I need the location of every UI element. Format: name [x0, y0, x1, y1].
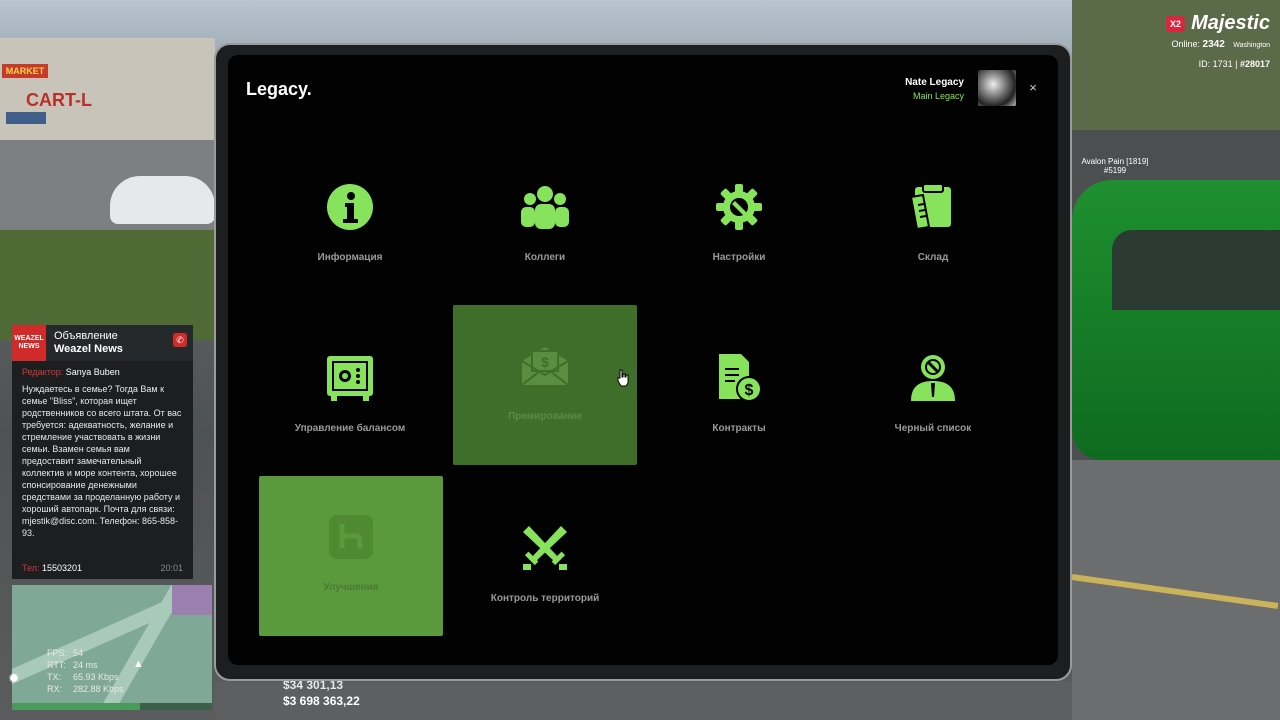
online-counter: Online: 2342 Washington [1171, 39, 1270, 50]
x2-badge: X2 [1166, 15, 1186, 32]
news-time: 20:01 [160, 563, 183, 573]
tile-label: Черный список [894, 423, 972, 434]
green-car [1072, 180, 1280, 460]
grass-left [0, 230, 215, 340]
envelope-money-icon: $ [520, 341, 570, 391]
phone-icon: ✆ [173, 333, 187, 347]
tile-label: Премирование [508, 411, 582, 422]
user-role: Main Legacy [912, 91, 964, 101]
tile-label: Улучшения [323, 582, 379, 593]
tile-label: Склад [917, 252, 949, 263]
info-icon [325, 182, 375, 232]
tile-information[interactable]: Информация [258, 146, 442, 306]
news-body: Нуждаетесь в семье? Тогда Вам к семье "B… [22, 384, 182, 538]
tile-label: Управление балансом [294, 423, 406, 434]
weazel-logo: WEAZEL NEWS [12, 325, 46, 361]
user-info: Nate Legacy Main Legacy [905, 77, 964, 101]
brand-name: Majestic [1191, 12, 1270, 34]
tile-territory-control[interactable]: Контроль территорий [453, 487, 637, 647]
users-icon [520, 182, 570, 232]
tablet-screen: Legacy. Nate Legacy Main Legacy × Информ… [228, 55, 1058, 665]
user-name: Nate Legacy [905, 77, 964, 88]
gear-icon [714, 182, 764, 232]
avatar [978, 70, 1016, 106]
tile-label: Коллеги [524, 252, 566, 263]
svg-text:$: $ [745, 382, 754, 399]
network-stats: FPS: 54 RTT: 24 ms TX: 65.93 Kbps RX: 282.88… [47, 648, 124, 694]
news-editor: Редактор: Sanya Buben [22, 367, 120, 377]
close-button[interactable]: × [1024, 79, 1042, 97]
news-title: Объявление [54, 330, 118, 342]
tile-warehouse[interactable]: Склад [841, 146, 1025, 306]
crossed-swords-icon [520, 523, 570, 573]
safe-icon [325, 353, 375, 403]
server-brand: X2 Majestic Online: 2342 Washington ID: … [1166, 12, 1270, 69]
blacklist-user-icon [908, 353, 958, 403]
player-nametag: Avalon Pain [1819] #5199 [1081, 157, 1149, 175]
tile-settings[interactable]: Настройки [647, 146, 831, 306]
tablet-window: Legacy. Nate Legacy Main Legacy × Информ… [214, 43, 1072, 681]
tile-contracts[interactable]: $ Контракты [647, 317, 831, 477]
player-id: ID: 1731 | #28017 [1198, 59, 1270, 69]
app-title: Legacy. [246, 79, 312, 99]
news-phone-number: 15503201 [41, 563, 83, 573]
svg-text:$: $ [541, 354, 549, 370]
settings-gear-icon[interactable]: ✹ [8, 670, 20, 687]
mouse-cursor-icon [617, 369, 629, 387]
upgrade-icon [326, 512, 376, 562]
tile-blacklist[interactable]: Черный список [841, 317, 1025, 477]
news-notification: WEAZEL NEWS Объявление Weazel News ✆ Ред… [12, 325, 193, 579]
white-car [110, 176, 215, 224]
tile-label: Контракты [712, 423, 766, 434]
tile-colleagues[interactable]: Коллеги [453, 146, 637, 306]
health-bar [12, 703, 212, 710]
news-source: Weazel News [54, 343, 123, 355]
tile-balance-management[interactable]: Управление балансом [258, 317, 442, 477]
tile-label: Контроль территорий [490, 593, 600, 604]
tile-bonuses[interactable]: $ Премирование [453, 305, 637, 465]
building-left: MARKET CART-L [0, 38, 215, 148]
tile-label: Информация [317, 252, 383, 263]
contract-icon: $ [714, 353, 764, 403]
player-arrow-icon: ▲ [133, 658, 144, 670]
news-header: WEAZEL NEWS Объявление Weazel News ✆ [12, 325, 193, 361]
tile-label: Настройки [712, 252, 766, 263]
tile-upgrades[interactable]: Улучшения [259, 476, 443, 636]
bank-amount: $3 698 363,22 [283, 694, 360, 708]
clipboard-icon [908, 182, 958, 232]
